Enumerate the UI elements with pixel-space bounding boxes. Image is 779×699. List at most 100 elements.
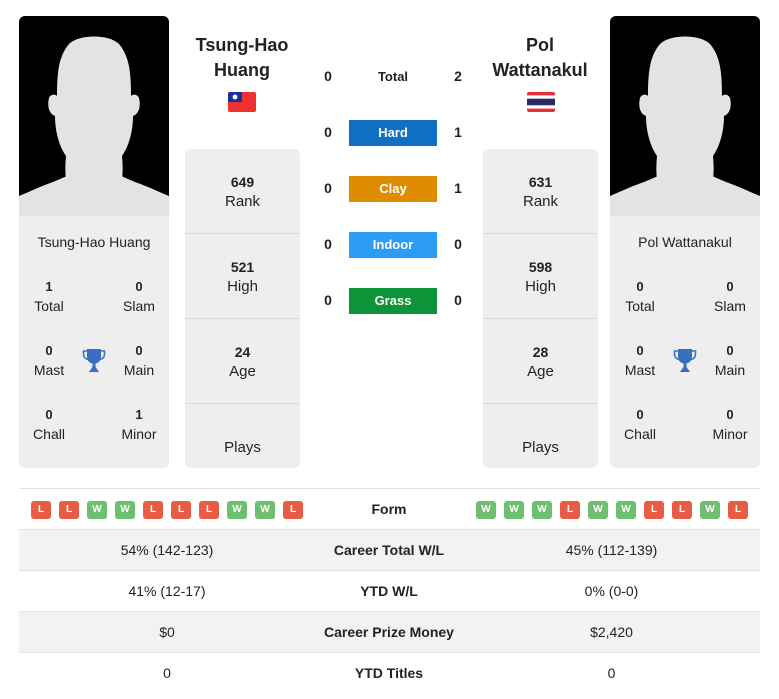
stat-age: 24 Age <box>185 319 300 404</box>
stat-rank-label: Rank <box>224 193 261 210</box>
form-win-badge[interactable]: W <box>227 501 247 519</box>
titles-mast: 0 Mast <box>610 342 670 380</box>
form-loss-badge[interactable]: L <box>31 501 51 519</box>
prize-money-right: $2,420 <box>590 624 633 640</box>
titles-total-label: Total <box>34 298 64 314</box>
titles-chall: 0 Chall <box>610 406 670 444</box>
form-badges-right: WWWLWWLLWL <box>476 501 748 519</box>
form-loss-badge[interactable]: L <box>199 501 219 519</box>
form-loss-badge[interactable]: L <box>59 501 79 519</box>
table-row: 41% (12-17) YTD W/L 0% (0-0) <box>19 570 760 611</box>
thailand-flag-icon <box>527 92 555 112</box>
h2h-indoor-row: 0 Indoor 0 <box>318 232 468 258</box>
career-wl-left: 54% (142-123) <box>120 542 214 558</box>
player-name-header-left[interactable]: Tsung-Hao Huang <box>177 33 307 83</box>
surface-clay-button[interactable]: Clay <box>349 176 437 202</box>
stats-box-right: 631 Rank 598 High 28 Age Plays <box>483 149 598 468</box>
player-name-right: Pol Wattanakul <box>638 234 732 250</box>
titles-minor-value: 1 <box>135 407 143 422</box>
stat-high-value: 521 <box>230 259 255 275</box>
titles-minor: 0 Minor <box>700 406 760 444</box>
player-first-name: Tsung-Hao <box>195 35 289 55</box>
form-win-badge[interactable]: W <box>616 501 636 519</box>
player-card-right: Pol Wattanakul 0 Total 0 Slam 0 Mast 0 M… <box>610 16 760 468</box>
titles-main: 0 Main <box>700 342 760 380</box>
form-win-badge[interactable]: W <box>255 501 275 519</box>
prize-money-label: Career Prize Money <box>324 624 454 640</box>
surface-grass-button[interactable]: Grass <box>349 288 437 314</box>
form-badges-left: LLWWLLLWWL <box>31 501 303 519</box>
trophy-icon <box>673 349 697 372</box>
titles-total: 0 Total <box>610 278 670 316</box>
titles-total-value: 1 <box>45 279 53 294</box>
form-loss-badge[interactable]: L <box>728 501 748 519</box>
form-loss-badge[interactable]: L <box>143 501 163 519</box>
titles-chall-value: 0 <box>636 407 644 422</box>
titles-main-label: Main <box>714 362 746 378</box>
career-wl-right: 45% (112-139) <box>565 542 658 558</box>
stat-rank-value: 631 <box>528 174 553 190</box>
form-loss-badge[interactable]: L <box>672 501 692 519</box>
titles-mast-value: 0 <box>45 343 53 358</box>
form-label: Form <box>371 501 407 517</box>
stat-plays: Plays <box>483 404 598 468</box>
silhouette-icon <box>610 36 760 216</box>
titles-main-value: 0 <box>135 343 143 358</box>
form-win-badge[interactable]: W <box>700 501 720 519</box>
form-win-badge[interactable]: W <box>115 501 135 519</box>
surface-hard-button[interactable]: Hard <box>349 120 437 146</box>
trophy-icon <box>82 349 106 372</box>
player-photo-right[interactable] <box>610 16 760 216</box>
h2h-hard-right: 1 <box>454 124 462 140</box>
titles-chall-value: 0 <box>45 407 53 422</box>
titles-total-label: Total <box>625 298 655 314</box>
stat-high: 598 High <box>483 234 598 319</box>
titles-chall-label: Chall <box>33 426 65 442</box>
titles-slam: 0 Slam <box>700 278 760 316</box>
stat-rank-value: 649 <box>230 174 255 190</box>
titles-minor-value: 0 <box>726 407 734 422</box>
titles-mast-value: 0 <box>636 343 644 358</box>
ytd-wl-label: YTD W/L <box>360 583 418 599</box>
form-win-badge[interactable]: W <box>504 501 524 519</box>
player-name-header-right[interactable]: Pol Wattanakul <box>475 33 605 83</box>
ytd-titles-label: YTD Titles <box>354 665 424 681</box>
titles-main: 0 Main <box>109 342 169 380</box>
titles-grid-left: 1 Total 0 Slam 0 Mast 0 Main 0 Chall 1 M… <box>19 278 169 468</box>
silhouette-icon <box>19 36 169 216</box>
titles-slam-label: Slam <box>714 298 746 314</box>
form-win-badge[interactable]: W <box>532 501 552 519</box>
form-loss-badge[interactable]: L <box>560 501 580 519</box>
player-photo-left[interactable] <box>19 16 169 216</box>
titles-mast-label: Mast <box>33 362 65 378</box>
stats-box-left: 649 Rank 521 High 24 Age Plays <box>185 149 300 468</box>
titles-mast: 0 Mast <box>19 342 79 380</box>
titles-minor-label: Minor <box>712 426 748 442</box>
h2h-total-row: 0 Total 2 <box>318 64 468 90</box>
stat-plays: Plays <box>185 404 300 468</box>
stat-age-value: 24 <box>234 344 251 360</box>
titles-total-value: 0 <box>636 279 644 294</box>
form-win-badge[interactable]: W <box>476 501 496 519</box>
titles-slam-value: 0 <box>726 279 734 294</box>
stat-rank: 631 Rank <box>483 149 598 234</box>
stat-plays-label: Plays <box>224 439 261 456</box>
h2h-total-label: Total <box>377 69 409 84</box>
form-loss-badge[interactable]: L <box>171 501 191 519</box>
player-card-left: Tsung-Hao Huang 1 Total 0 Slam 0 Mast 0 … <box>19 16 169 468</box>
h2h-clay-right: 1 <box>454 180 462 196</box>
stat-high-value: 598 <box>528 259 553 275</box>
titles-minor: 1 Minor <box>109 406 169 444</box>
form-loss-badge[interactable]: L <box>644 501 664 519</box>
ytd-wl-right: 0% (0-0) <box>584 583 639 599</box>
career-wl-label: Career Total W/L <box>333 542 445 558</box>
prize-money-left: $0 <box>159 624 175 640</box>
form-win-badge[interactable]: W <box>87 501 107 519</box>
surface-indoor-button[interactable]: Indoor <box>349 232 437 258</box>
form-win-badge[interactable]: W <box>588 501 608 519</box>
table-row: 0 YTD Titles 0 <box>19 652 760 693</box>
form-loss-badge[interactable]: L <box>283 501 303 519</box>
h2h-total-right: 2 <box>454 68 462 84</box>
stat-rank: 649 Rank <box>185 149 300 234</box>
titles-chall: 0 Chall <box>19 406 79 444</box>
